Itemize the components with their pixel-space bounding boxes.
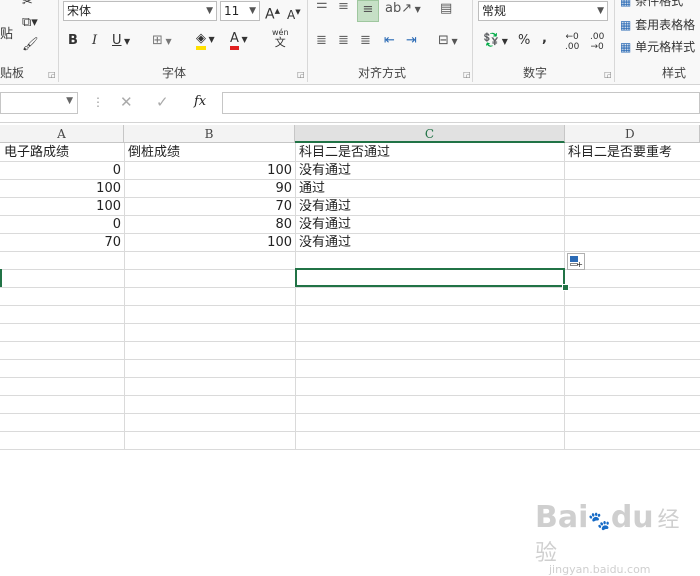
cell-a4[interactable]: 100 <box>0 198 121 216</box>
comma-button[interactable]: , <box>542 30 547 48</box>
row-gridline <box>0 395 700 396</box>
alignment-group-label: 对齐方式 <box>358 66 407 80</box>
border-icon[interactable]: ⊞ ▼ <box>152 32 172 51</box>
cell-b1[interactable]: 倒桩成绩 <box>128 144 293 162</box>
phonetic-icon[interactable]: wén 文 <box>272 28 289 48</box>
orientation-icon[interactable]: ab↗ ▼ <box>385 0 421 19</box>
clipboard-group-label: 贴板 <box>0 66 25 80</box>
name-box[interactable]: ▼ <box>0 92 78 114</box>
worksheet-grid[interactable]: A B C D 电子路成绩 倒桩成绩 科目二是否通过 科目二是否要重考 0 10… <box>0 125 700 576</box>
formula-input[interactable] <box>222 92 700 114</box>
font-group-label: 字体 <box>162 66 187 80</box>
font-size-dropdown[interactable]: 11 ▼ <box>220 1 260 21</box>
row-gridline <box>0 377 700 378</box>
bold-button[interactable]: B <box>68 32 78 50</box>
wrap-text-icon[interactable]: ▤ <box>440 0 452 18</box>
font-name-dropdown[interactable]: 宋体 ▼ <box>63 1 217 21</box>
align-top-icon[interactable]: ☰ <box>316 0 328 14</box>
cell-c1[interactable]: 科目二是否通过 <box>299 144 563 162</box>
align-right-icon[interactable]: ≣ <box>360 32 371 50</box>
cell-b6[interactable]: 100 <box>124 234 292 252</box>
increase-indent-icon[interactable]: ⇥ <box>406 32 417 50</box>
cell-b2[interactable]: 100 <box>124 162 292 180</box>
clipboard-launcher-icon[interactable]: ◲ <box>48 70 56 79</box>
formula-bar-grip-icon: ⋮ <box>92 95 104 109</box>
paste-button[interactable]: 贴 <box>0 26 13 44</box>
cell-a2[interactable]: 0 <box>0 162 121 180</box>
number-group-label: 数字 <box>523 66 548 80</box>
cell-styles-button[interactable]: ▦ 单元格样式 <box>620 38 695 56</box>
cell-a3[interactable]: 100 <box>0 180 121 198</box>
shrink-font-button[interactable]: A▼ <box>287 3 301 24</box>
accounting-format-icon[interactable]: 💱 ▼ <box>483 32 508 51</box>
cut-icon[interactable]: ✂ <box>22 0 33 12</box>
grow-font-button[interactable]: A▲ <box>265 2 280 24</box>
row-gridline <box>0 305 700 306</box>
fill-handle[interactable] <box>562 284 569 291</box>
active-row-marker <box>0 269 2 287</box>
conditional-format-button[interactable]: ▦ 条件格式 <box>620 0 683 10</box>
cell-a1[interactable]: 电子路成绩 <box>4 144 122 162</box>
row-gridline <box>0 431 700 432</box>
decrease-decimal-icon[interactable]: .00 →0 <box>590 32 604 52</box>
percent-button[interactable]: % <box>518 32 530 50</box>
row-gridline <box>0 341 700 342</box>
fill-color-icon[interactable]: ◈ ▼ <box>196 30 215 50</box>
cell-a6[interactable]: 70 <box>0 234 121 252</box>
column-header-d[interactable]: D <box>565 125 700 143</box>
cell-c4[interactable]: 没有通过 <box>299 198 563 216</box>
number-format-value: 常规 <box>482 4 507 18</box>
enter-icon[interactable]: ✓ <box>156 93 169 111</box>
cell-c2[interactable]: 没有通过 <box>299 162 563 180</box>
paste-options-icon[interactable]: + <box>567 253 585 270</box>
column-header-b[interactable]: B <box>124 125 295 143</box>
cell-c5[interactable]: 没有通过 <box>299 216 563 234</box>
cell-c6[interactable]: 没有通过 <box>299 234 563 252</box>
selected-cell-c8[interactable] <box>295 268 565 287</box>
row-gridline <box>0 287 700 288</box>
font-name-value: 宋体 <box>67 4 92 18</box>
column-header-c[interactable]: C <box>295 125 565 143</box>
chevron-down-icon[interactable]: ▼ <box>66 96 73 106</box>
cell-a5[interactable]: 0 <box>0 216 121 234</box>
decrease-indent-icon[interactable]: ⇤ <box>384 32 395 50</box>
alignment-launcher-icon[interactable]: ◲ <box>463 70 471 79</box>
align-center-icon[interactable]: ≣ <box>338 32 349 50</box>
font-color-icon[interactable]: A ▼ <box>230 30 248 50</box>
increase-decimal-icon[interactable]: ←0.00 <box>565 32 579 52</box>
chevron-down-icon: ▼ <box>249 6 256 16</box>
cell-c3[interactable]: 通过 <box>299 180 563 198</box>
row-gridline <box>0 359 700 360</box>
align-bottom-icon[interactable]: ≡ <box>357 0 379 22</box>
number-launcher-icon[interactable]: ◲ <box>604 70 612 79</box>
cell-b5[interactable]: 80 <box>124 216 292 234</box>
row-gridline <box>0 413 700 414</box>
font-launcher-icon[interactable]: ◲ <box>297 70 305 79</box>
italic-button[interactable]: I <box>92 32 97 50</box>
cell-d1[interactable]: 科目二是否要重考 <box>568 144 700 162</box>
cell-b3[interactable]: 90 <box>124 180 292 198</box>
row-gridline <box>0 323 700 324</box>
copy-icon[interactable]: ⧉▾ <box>22 14 38 32</box>
format-painter-icon[interactable]: 🖌 <box>22 36 39 54</box>
baidu-watermark: Bai🐾du 经验 jingyan.baidu.com <box>535 500 680 576</box>
chevron-down-icon: ▼ <box>597 6 604 16</box>
insert-function-button[interactable]: fx <box>194 94 206 109</box>
align-left-icon[interactable]: ≣ <box>316 32 327 50</box>
align-middle-icon[interactable]: ≡ <box>338 0 349 16</box>
format-as-table-button[interactable]: ▦ 套用表格格 <box>620 16 695 34</box>
cell-b4[interactable]: 70 <box>124 198 292 216</box>
formula-bar: ▼ ⋮ ✕ ✓ fx <box>0 85 700 123</box>
column-header-a[interactable]: A <box>0 125 124 143</box>
styles-group-label: 样式 <box>662 66 687 80</box>
number-format-dropdown[interactable]: 常规 ▼ <box>478 1 608 21</box>
chevron-down-icon: ▼ <box>206 6 213 16</box>
merge-center-icon[interactable]: ⊟ ▼ <box>438 32 458 51</box>
font-size-value: 11 <box>224 4 240 18</box>
underline-button[interactable]: U ▼ <box>112 32 130 51</box>
ribbon: ✂ ⧉▾ 🖌 贴 贴板 ◲ 宋体 ▼ 11 ▼ A▲ A▼ B I U ▼ ⊞ … <box>0 0 700 85</box>
cancel-icon[interactable]: ✕ <box>120 93 133 111</box>
